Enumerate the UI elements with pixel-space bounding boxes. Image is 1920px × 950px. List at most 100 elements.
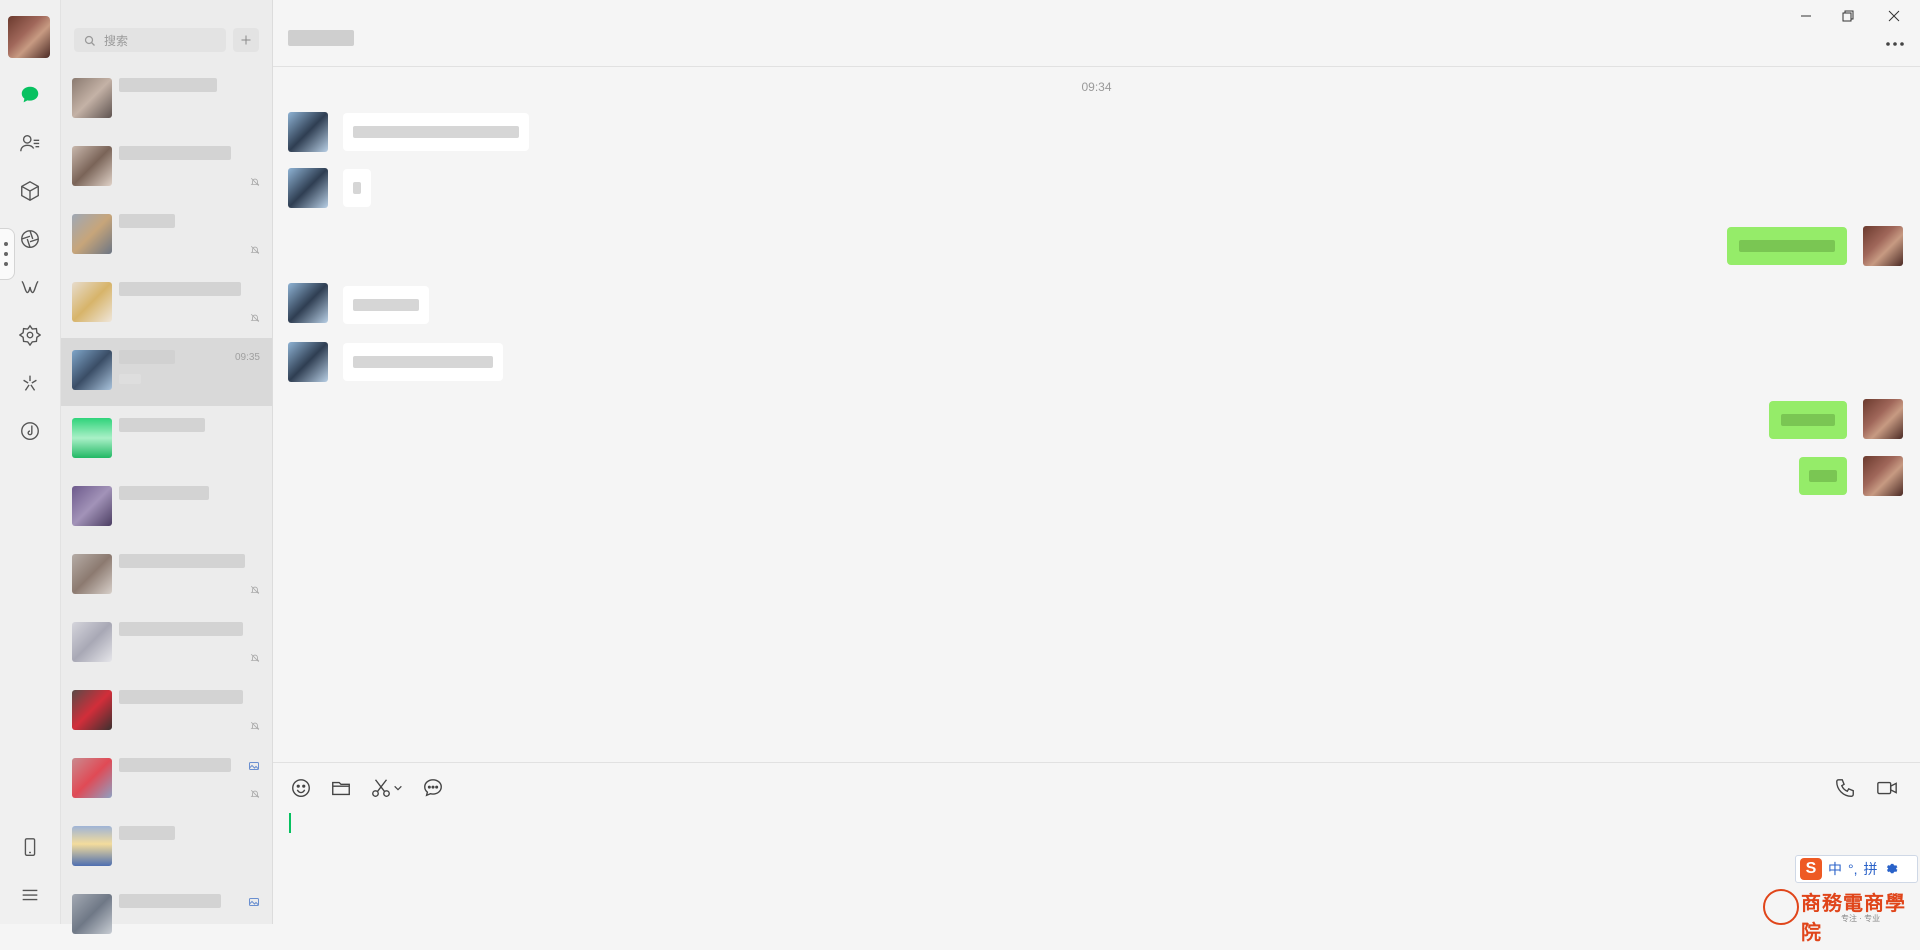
conversation-item-active[interactable]: 09:35 (61, 338, 272, 406)
ime-mode-zh[interactable]: 中 (1828, 859, 1842, 879)
chat-history-icon[interactable] (421, 776, 445, 800)
moments-icon[interactable] (15, 224, 45, 254)
folder-icon[interactable] (329, 776, 353, 800)
nav-rail (0, 0, 61, 924)
incoming-message[interactable] (343, 286, 429, 324)
my-message-avatar[interactable] (1863, 226, 1903, 266)
my-message-avatar[interactable] (1863, 399, 1903, 439)
conversation-item[interactable] (61, 66, 272, 134)
add-button[interactable] (233, 28, 259, 52)
message-timestamp: 09:34 (1081, 80, 1112, 94)
search-input[interactable]: 搜索 (74, 28, 226, 52)
conversation-name (119, 758, 231, 772)
contact-avatar[interactable] (288, 283, 328, 323)
menu-icon[interactable] (15, 880, 45, 910)
image-status-icon (248, 896, 260, 911)
search-placeholder: 搜索 (104, 34, 129, 48)
conversation-name (119, 146, 231, 160)
ime-toolbar[interactable]: S 中 °, 拼 (1795, 855, 1918, 883)
avatar (72, 690, 112, 730)
message-text (1739, 240, 1835, 252)
search-feature-icon[interactable] (15, 368, 45, 398)
conversation-name (119, 622, 243, 636)
conversation-name (119, 826, 175, 840)
avatar (72, 622, 112, 662)
settings-gear-icon[interactable] (1884, 861, 1898, 878)
conversation-item[interactable] (61, 134, 272, 202)
ime-punct[interactable]: °, (1848, 861, 1858, 877)
mute-bell-icon (250, 718, 260, 736)
conversation-item[interactable] (61, 406, 272, 474)
message-text (1809, 470, 1837, 482)
mini-programs-icon[interactable] (15, 320, 45, 350)
conversation-item[interactable] (61, 882, 272, 950)
incoming-message[interactable] (343, 113, 529, 151)
conversation-item[interactable] (61, 678, 272, 746)
mute-bell-icon (250, 242, 260, 260)
watermark-emblem-icon (1763, 889, 1799, 925)
conversation-item[interactable] (61, 474, 272, 542)
avatar (72, 78, 112, 118)
message-text (1781, 414, 1835, 426)
conversation-item[interactable] (61, 814, 272, 882)
contact-avatar[interactable] (288, 112, 328, 152)
outgoing-message[interactable] (1799, 457, 1847, 495)
conversation-time: 09:35 (234, 352, 260, 363)
my-message-avatar[interactable] (1863, 456, 1903, 496)
mute-bell-icon (250, 310, 260, 328)
mute-bell-icon (250, 174, 260, 192)
conversation-name (119, 894, 221, 908)
conversation-name (119, 418, 205, 432)
message-input-area: S 中 °, 拼 商務電商學院 专注 · 专业 (273, 762, 1920, 944)
phone-device-icon[interactable] (15, 832, 45, 862)
conversation-item[interactable] (61, 202, 272, 270)
contact-avatar[interactable] (288, 168, 328, 208)
voice-call-icon[interactable] (1833, 776, 1857, 800)
watermark-logo: 商務電商學院 专注 · 专业 (1763, 885, 1920, 944)
my-avatar[interactable] (8, 16, 50, 58)
avatar (72, 894, 112, 934)
avatar (72, 826, 112, 866)
contacts-icon[interactable] (15, 128, 45, 158)
avatar (72, 418, 112, 458)
conversation-item[interactable] (61, 610, 272, 678)
chevron-down-icon[interactable] (391, 776, 405, 800)
chat-icon[interactable] (15, 80, 45, 110)
emoji-icon[interactable] (289, 776, 313, 800)
outgoing-message[interactable] (1769, 401, 1847, 439)
favorites-icon[interactable] (15, 176, 45, 206)
conversation-name (119, 690, 243, 704)
incoming-message[interactable] (343, 169, 371, 207)
mute-bell-icon (250, 650, 260, 668)
conversation-item[interactable] (61, 270, 272, 338)
conversation-name (119, 554, 245, 568)
music-icon[interactable] (15, 416, 45, 446)
video-call-icon[interactable] (1875, 776, 1899, 800)
minimize-icon[interactable] (1796, 6, 1816, 26)
text-input-caret[interactable] (289, 813, 291, 833)
avatar (72, 350, 112, 390)
conversation-item[interactable] (61, 542, 272, 610)
contact-avatar[interactable] (288, 342, 328, 382)
screenshot-scissors-icon[interactable] (369, 776, 393, 800)
message-text (353, 299, 419, 311)
conversation-list: 搜索 09:35 (61, 0, 273, 934)
message-text (353, 126, 519, 138)
restore-icon[interactable] (1838, 6, 1858, 26)
conversation-name (119, 282, 241, 296)
channels-icon[interactable] (15, 272, 45, 302)
ime-pinyin[interactable]: 拼 (1864, 859, 1878, 879)
more-options-icon[interactable] (1880, 36, 1910, 52)
avatar (72, 486, 112, 526)
avatar (72, 214, 112, 254)
mute-bell-icon (250, 786, 260, 804)
chat-header (273, 0, 1920, 67)
outgoing-message[interactable] (1727, 227, 1847, 265)
avatar (72, 554, 112, 594)
incoming-message[interactable] (343, 343, 503, 381)
conversation-name (119, 486, 209, 500)
conversation-item[interactable] (61, 746, 272, 814)
rail-drag-handle[interactable] (0, 228, 15, 280)
close-icon[interactable] (1884, 6, 1904, 26)
message-text (353, 182, 361, 194)
